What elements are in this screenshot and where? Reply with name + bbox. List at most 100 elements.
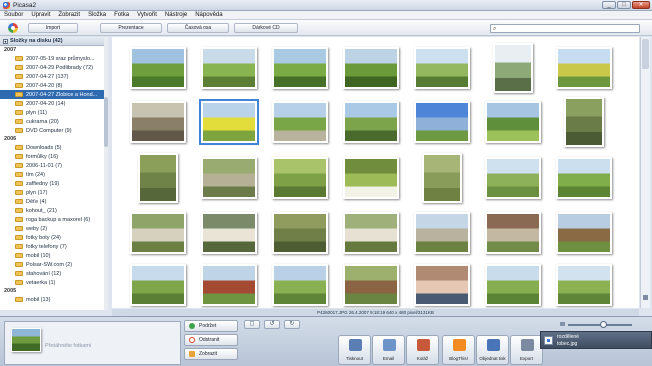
gift-cd-button[interactable]: Dárkové CD <box>234 23 298 33</box>
folder-item[interactable]: Polsar-SW.com (2) <box>0 260 107 269</box>
folder-item[interactable]: 2007-05-19 sraz průmyslo... <box>0 54 107 63</box>
folder-item[interactable]: Downloads (5) <box>0 143 107 152</box>
rotate-right-icon[interactable]: ↻ <box>284 320 300 329</box>
gallery-scrollbar[interactable] <box>640 37 650 308</box>
scroll-down-icon[interactable] <box>643 295 648 300</box>
photo-thumbnail[interactable] <box>343 101 399 143</box>
maximize-button[interactable]: □ <box>617 1 631 9</box>
folder-item[interactable]: plyn (17) <box>0 188 107 197</box>
action-button-kol-[interactable]: Koláž <box>406 335 439 365</box>
close-button[interactable]: ✕ <box>632 1 650 9</box>
photo-thumbnail[interactable] <box>414 264 470 306</box>
folder-item[interactable]: fotky boty (24) <box>0 233 107 242</box>
photo-thumbnail[interactable] <box>272 157 328 199</box>
folder-item[interactable]: mobil (13) <box>0 295 107 304</box>
photo-thumbnail[interactable] <box>556 264 612 306</box>
photo-thumbnail[interactable] <box>422 153 462 203</box>
search-input[interactable]: ⌕ <box>490 24 640 33</box>
photo-thumbnail[interactable] <box>201 157 257 199</box>
photo-thumbnail[interactable] <box>130 212 186 254</box>
folder-item[interactable]: Děťe (4) <box>0 197 107 206</box>
slideshow-button[interactable]: Prezentace <box>100 23 162 33</box>
photo-thumbnail[interactable] <box>485 264 541 306</box>
folder-item[interactable]: zaffiedny (19) <box>0 179 107 188</box>
timeline-button[interactable]: Časová osa <box>167 23 229 33</box>
menu-upravit[interactable]: Upravit <box>31 12 50 18</box>
notification-popup[interactable]: rozdělené tobec.jpg <box>540 331 652 349</box>
photo-thumbnail[interactable] <box>343 212 399 254</box>
label-tool-button[interactable]: ◻ <box>244 320 260 329</box>
folder-item[interactable]: 2007-04-27 Zlobice a Hond... <box>0 90 107 99</box>
rotate-left-icon[interactable]: ↺ <box>264 320 280 329</box>
photo-thumbnail[interactable] <box>564 97 604 147</box>
menu-fotka[interactable]: Fotka <box>114 12 129 18</box>
photo-thumbnail[interactable] <box>272 101 328 143</box>
remove-button[interactable]: Odstranit <box>184 334 238 346</box>
folder-item[interactable]: 2006-11-01 (7) <box>0 161 107 170</box>
photo-thumbnail[interactable] <box>272 212 328 254</box>
folder-item[interactable]: DVD Computer (9) <box>0 126 107 135</box>
menu-soubor[interactable]: Soubor <box>4 12 23 18</box>
photo-thumbnail[interactable] <box>343 264 399 306</box>
photo-thumbnail[interactable] <box>138 153 178 203</box>
folder-item[interactable]: vetaerka (1) <box>0 278 107 287</box>
sidebar-scroll-thumb[interactable] <box>104 97 108 147</box>
gallery-scroll-thumb[interactable] <box>642 39 649 69</box>
folder-item[interactable]: 2007-04-20 (8) <box>0 81 107 90</box>
folder-item[interactable]: stahování (12) <box>0 269 107 278</box>
action-button-blogthis-[interactable]: BlogThis! <box>442 335 475 365</box>
photo-thumbnail[interactable] <box>130 264 186 306</box>
zoom-knob[interactable] <box>600 321 607 328</box>
action-button-email[interactable]: Email <box>372 335 405 365</box>
photo-thumbnail[interactable] <box>556 157 612 199</box>
photo-thumbnail[interactable] <box>485 212 541 254</box>
zoom-slider[interactable] <box>560 320 640 329</box>
folder-item[interactable]: cukrarna (20) <box>0 117 107 126</box>
photo-thumbnail[interactable] <box>130 47 186 89</box>
action-button-export[interactable]: Export <box>510 335 543 365</box>
folder-item[interactable]: formůlky (16) <box>0 152 107 161</box>
view-button[interactable]: Zobrazit <box>184 348 238 360</box>
menu-vytvorit[interactable]: Vytvořit <box>137 12 157 18</box>
folder-item[interactable]: kohout_ (21) <box>0 206 107 215</box>
photo-thumbnail[interactable] <box>130 101 186 143</box>
menu-nastroje[interactable]: Nástroje <box>165 12 187 18</box>
photo-thumbnail[interactable] <box>485 101 541 143</box>
import-button[interactable]: Import <box>28 23 78 33</box>
photo-thumbnail[interactable] <box>414 47 470 89</box>
photo-thumbnail[interactable] <box>201 212 257 254</box>
menu-zobrazit[interactable]: Zobrazit <box>58 12 80 18</box>
photo-thumbnail[interactable] <box>485 157 541 199</box>
photo-tray[interactable]: Přetáhněte fotkami <box>4 321 181 365</box>
menu-napoveda[interactable]: Nápověda <box>195 12 222 18</box>
folder-item[interactable]: 2007-04-27 (137) <box>0 72 107 81</box>
photo-thumbnail[interactable] <box>556 47 612 89</box>
photo-thumbnail[interactable] <box>414 212 470 254</box>
folder-item[interactable]: plyn (11) <box>0 108 107 117</box>
tray-thumbnail[interactable] <box>11 328 41 352</box>
photo-thumbnail[interactable] <box>343 157 399 199</box>
photo-thumbnail[interactable] <box>272 47 328 89</box>
folder-item[interactable]: tím (24) <box>0 170 107 179</box>
folder-list-header[interactable]: ▾ Složky na disku (42) <box>0 37 107 46</box>
photo-thumbnail[interactable] <box>199 99 259 145</box>
photo-thumbnail[interactable] <box>343 47 399 89</box>
photo-thumbnail[interactable] <box>272 264 328 306</box>
folder-item[interactable]: roga backup a maxorel (6) <box>0 215 107 224</box>
sidebar-scrollbar[interactable] <box>104 37 108 310</box>
hold-button[interactable]: Podržet <box>184 320 238 332</box>
folder-item[interactable]: fotky telefony (7) <box>0 242 107 251</box>
photo-thumbnail[interactable] <box>201 47 257 89</box>
collapse-icon[interactable]: ▾ <box>3 38 8 44</box>
menu-slozka[interactable]: Složka <box>88 12 106 18</box>
folder-item[interactable]: 2007-04-29 Podlibrady (72) <box>0 63 107 72</box>
photo-thumbnail[interactable] <box>201 264 257 306</box>
folder-item[interactable]: mobil (10) <box>0 251 107 260</box>
photo-thumbnail[interactable] <box>493 43 533 93</box>
photo-thumbnail[interactable] <box>414 101 470 143</box>
folder-item[interactable]: weby (2) <box>0 224 107 233</box>
folder-item[interactable]: 2007-04-20 (14) <box>0 99 107 108</box>
photo-thumbnail[interactable] <box>556 212 612 254</box>
minimize-button[interactable]: _ <box>602 1 616 9</box>
action-button-tisknout[interactable]: Tisknout <box>338 335 371 365</box>
